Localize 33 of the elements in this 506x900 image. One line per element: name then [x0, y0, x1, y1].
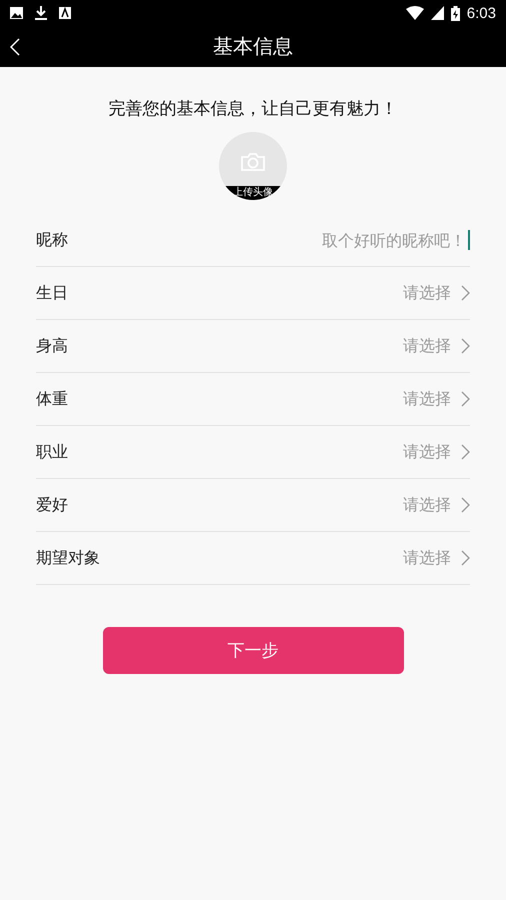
nickname-field[interactable]: 取个好听的昵称吧！ [266, 230, 470, 250]
field-label: 爱好 [36, 494, 68, 516]
select-field[interactable]: 请选择 [403, 548, 470, 568]
chevron-right-icon [461, 391, 470, 407]
image-icon [10, 7, 23, 19]
chevron-right-icon [461, 444, 470, 460]
field-label: 期望对象 [36, 548, 100, 568]
camera-icon [240, 152, 266, 172]
clock-time: 6:03 [466, 4, 496, 22]
select-field[interactable]: 请选择 [403, 494, 470, 516]
field-label: 身高 [36, 336, 68, 356]
select-field[interactable]: 请选择 [403, 336, 470, 356]
download-icon [35, 6, 47, 20]
intro-text: 完善您的基本信息，让自己更有魅力！ [108, 98, 398, 120]
chevron-right-icon [461, 285, 470, 301]
field-label: 体重 [36, 388, 68, 410]
field-label: 昵称 [36, 230, 68, 250]
field-label: 生日 [36, 282, 68, 304]
next-button[interactable]: 下一步 [102, 627, 404, 674]
signal-icon [430, 6, 444, 20]
select-field[interactable]: 请选择 [403, 388, 470, 410]
battery-icon [450, 6, 460, 20]
select-field[interactable]: 请选择 [403, 442, 470, 462]
chevron-right-icon [461, 550, 470, 566]
chevron-right-icon [461, 338, 470, 354]
field-label: 职业 [36, 442, 68, 462]
wifi-icon [406, 6, 424, 20]
select-field[interactable]: 请选择 [403, 282, 470, 304]
back-icon [10, 38, 20, 56]
back-button[interactable] [8, 36, 22, 58]
chevron-right-icon [461, 497, 470, 513]
app-icon [59, 7, 71, 19]
page-title: 基本信息 [213, 33, 293, 60]
